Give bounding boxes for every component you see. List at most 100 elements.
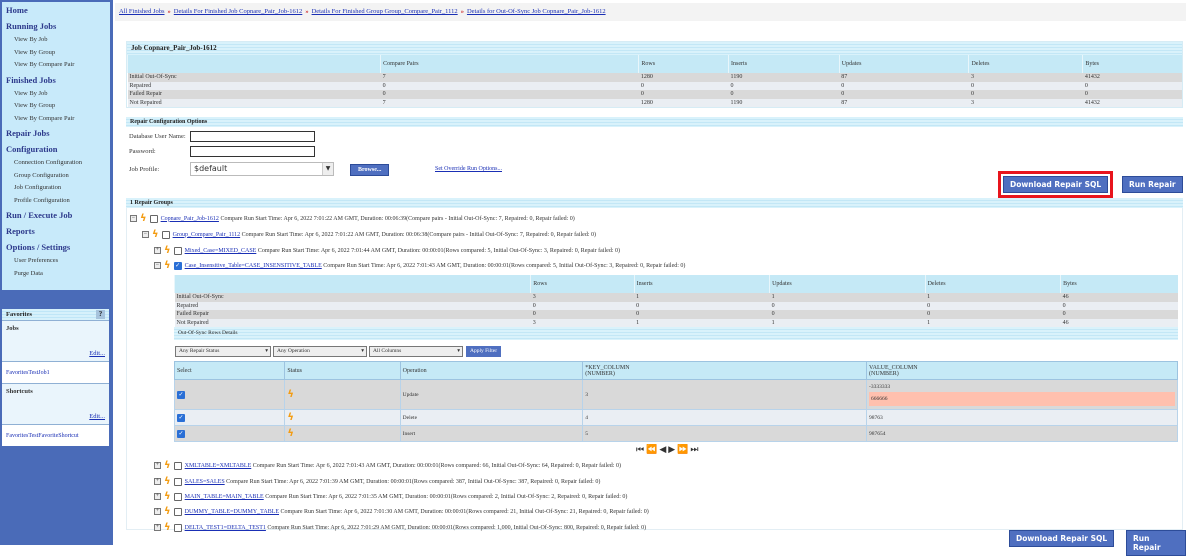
column-filter[interactable]: All Columns ▾ — [369, 346, 463, 357]
tree-link[interactable]: Copnare_Pair_Job-1612 — [161, 216, 219, 222]
collapse-icon[interactable]: − — [154, 262, 161, 269]
job-title: Job Copnare_Pair_Job-1612 — [127, 42, 1182, 55]
select-checkbox[interactable] — [173, 523, 182, 532]
tree-link[interactable]: Case_Insensitive_Table=CASE_INSENSITIVE_… — [185, 263, 322, 269]
cell: 0 — [839, 90, 969, 99]
breadcrumb-link[interactable]: Details For Finished Job Copnare_Pair_Jo… — [174, 8, 303, 15]
table-row: Repaired 0 0 0 0 0 0 — [127, 81, 1182, 90]
nav-item[interactable]: Profile Configuration — [2, 195, 110, 208]
expand-icon[interactable]: + — [154, 478, 161, 485]
select-checkbox[interactable]: ✓ — [173, 261, 182, 270]
nav-section[interactable]: Options / Settings — [2, 239, 110, 255]
edit-jobs-link[interactable]: Edit... — [89, 350, 105, 357]
select-checkbox[interactable] — [149, 214, 158, 223]
cell: 0 — [769, 310, 926, 319]
select-checkbox[interactable] — [161, 230, 170, 239]
select-checkbox[interactable]: ✓ — [177, 413, 185, 422]
tree-text: Mixed_Case=MIXED_CASE Compare Run Start … — [185, 248, 620, 254]
nav-item[interactable]: View By Compare Pair — [2, 59, 110, 72]
repair-status-filter[interactable]: Any Repair Status ▾ — [175, 346, 271, 357]
nav-section[interactable]: Finished Jobs — [2, 72, 110, 88]
nav-section[interactable]: Home — [2, 2, 110, 18]
select-checkbox[interactable] — [173, 461, 182, 470]
select-checkbox[interactable] — [173, 246, 182, 255]
breadcrumb-link[interactable]: All Finished Jobs — [119, 8, 165, 15]
tree-link[interactable]: Mixed_Case=MIXED_CASE — [185, 248, 257, 254]
operation-filter[interactable]: Any Operation ▾ — [273, 346, 367, 357]
tree-link[interactable]: MAIN_TABLE=MAIN_TABLE — [185, 494, 264, 500]
cell: Not Repaired — [127, 98, 381, 107]
expand-icon[interactable]: + — [154, 493, 161, 500]
browse-button[interactable]: Browse... — [350, 164, 390, 176]
new-value: 666666 — [869, 391, 1175, 406]
run-repair-button[interactable]: Run Repair — [1122, 176, 1183, 193]
tree-link[interactable]: DELTA_TEST1=DELTA_TEST1 — [185, 525, 266, 531]
favorite-shortcut-link[interactable]: FavoritesTestFavoriteShortcut — [2, 424, 109, 446]
override-options-link[interactable]: Set Override Run Options... — [435, 166, 502, 172]
nav-item[interactable]: Group Configuration — [2, 170, 110, 183]
cell: 0 — [380, 90, 639, 99]
column-header: Bytes — [1060, 275, 1178, 293]
edit-shortcuts-link[interactable]: Edit... — [89, 413, 105, 420]
chevron-down-icon: ▾ — [265, 348, 268, 354]
expand-icon[interactable]: + — [154, 247, 161, 254]
nav-item[interactable]: View By Job — [2, 34, 110, 47]
nav-item[interactable]: View By Job — [2, 88, 110, 101]
nav-item[interactable]: User Preferences — [2, 255, 110, 268]
cell: 41432 — [1082, 98, 1182, 107]
nav-item[interactable]: Purge Data — [2, 268, 110, 281]
db-user-input[interactable] — [190, 131, 315, 142]
nav-item[interactable]: Connection Configuration — [2, 157, 110, 170]
run-repair-button-bottom[interactable]: Run Repair — [1126, 530, 1186, 556]
nav-section[interactable]: Configuration — [2, 141, 110, 157]
expand-icon[interactable]: + — [154, 524, 161, 531]
tree-text: Copnare_Pair_Job-1612 Compare Run Start … — [161, 216, 575, 222]
help-icon[interactable]: ? — [96, 310, 105, 319]
tree-text: DELTA_TEST1=DELTA_TEST1 Compare Run Star… — [185, 525, 647, 531]
expand-icon[interactable]: + — [154, 462, 161, 469]
tree-link[interactable]: DUMMY_TABLE=DUMMY_TABLE — [185, 509, 279, 515]
breadcrumb-link[interactable]: Details for Out-Of-Sync Job Copnare_Pair… — [467, 8, 606, 15]
nav-item[interactable]: View By Compare Pair — [2, 113, 110, 126]
nav-item[interactable]: View By Group — [2, 100, 110, 113]
breadcrumb-link[interactable]: Details For Finished Group Group_Compare… — [312, 8, 458, 15]
collapse-icon[interactable]: − — [130, 215, 137, 222]
sync-status-icon: ϟ — [164, 522, 171, 533]
password-input[interactable] — [190, 146, 315, 157]
cell: 87 — [839, 73, 969, 82]
tree-link[interactable]: Group_Compare_Pair_1112 — [173, 232, 241, 238]
nav-section[interactable]: Run / Execute Job — [2, 207, 110, 223]
nav-section[interactable]: Repair Jobs — [2, 125, 110, 141]
cell: 46 — [1060, 293, 1178, 302]
last-page-icon[interactable]: ⏭ — [690, 445, 700, 455]
run-info: Compare Run Start Time: Apr 6, 2022 7:01… — [241, 231, 596, 238]
prev-page-icon[interactable]: ◀ — [659, 445, 668, 455]
collapse-icon[interactable]: − — [142, 231, 149, 238]
select-checkbox[interactable]: ✓ — [177, 390, 185, 399]
nav-section[interactable]: Running Jobs — [2, 18, 110, 34]
nav-section[interactable]: Reports — [2, 223, 110, 239]
tree-link[interactable]: XMLTABLE=XMLTABLE — [185, 463, 252, 469]
next-group-icon[interactable]: ⏩ — [677, 445, 690, 455]
expand-icon[interactable]: + — [154, 508, 161, 515]
first-page-icon[interactable]: ⏮ — [636, 445, 646, 455]
apply-filter-button[interactable]: Apply Filter — [466, 346, 502, 357]
tree-link[interactable]: SALES=SALES — [185, 479, 225, 485]
nav-item[interactable]: View By Group — [2, 47, 110, 60]
select-checkbox[interactable] — [173, 477, 182, 486]
tree-pair: + ϟ XMLTABLE=XMLTABLE Compare Run Start Ti… — [154, 460, 621, 471]
cell: 1 — [769, 318, 926, 327]
run-info: Compare Run Start Time: Apr 6, 2022 7:01… — [267, 524, 647, 531]
download-repair-sql-button[interactable]: Download Repair SQL — [1003, 176, 1109, 193]
next-page-icon[interactable]: ▶ — [668, 445, 677, 455]
job-profile-select[interactable]: $default ▼ — [190, 162, 334, 176]
favorite-job-link[interactable]: FavoritesTestJob1 — [2, 361, 109, 383]
select-checkbox[interactable]: ✓ — [177, 429, 185, 438]
nav-item[interactable]: Job Configuration — [2, 182, 110, 195]
details-header: Out-Of-Sync Rows Details — [174, 327, 1178, 340]
download-repair-sql-button-bottom[interactable]: Download Repair SQL — [1009, 530, 1115, 547]
select-checkbox[interactable] — [173, 507, 182, 516]
prev-group-icon[interactable]: ⏪ — [646, 445, 659, 455]
select-checkbox[interactable] — [173, 492, 182, 501]
job-summary-table: Compare Pairs Rows Inserts Updates Deletes By… — [126, 55, 1182, 107]
